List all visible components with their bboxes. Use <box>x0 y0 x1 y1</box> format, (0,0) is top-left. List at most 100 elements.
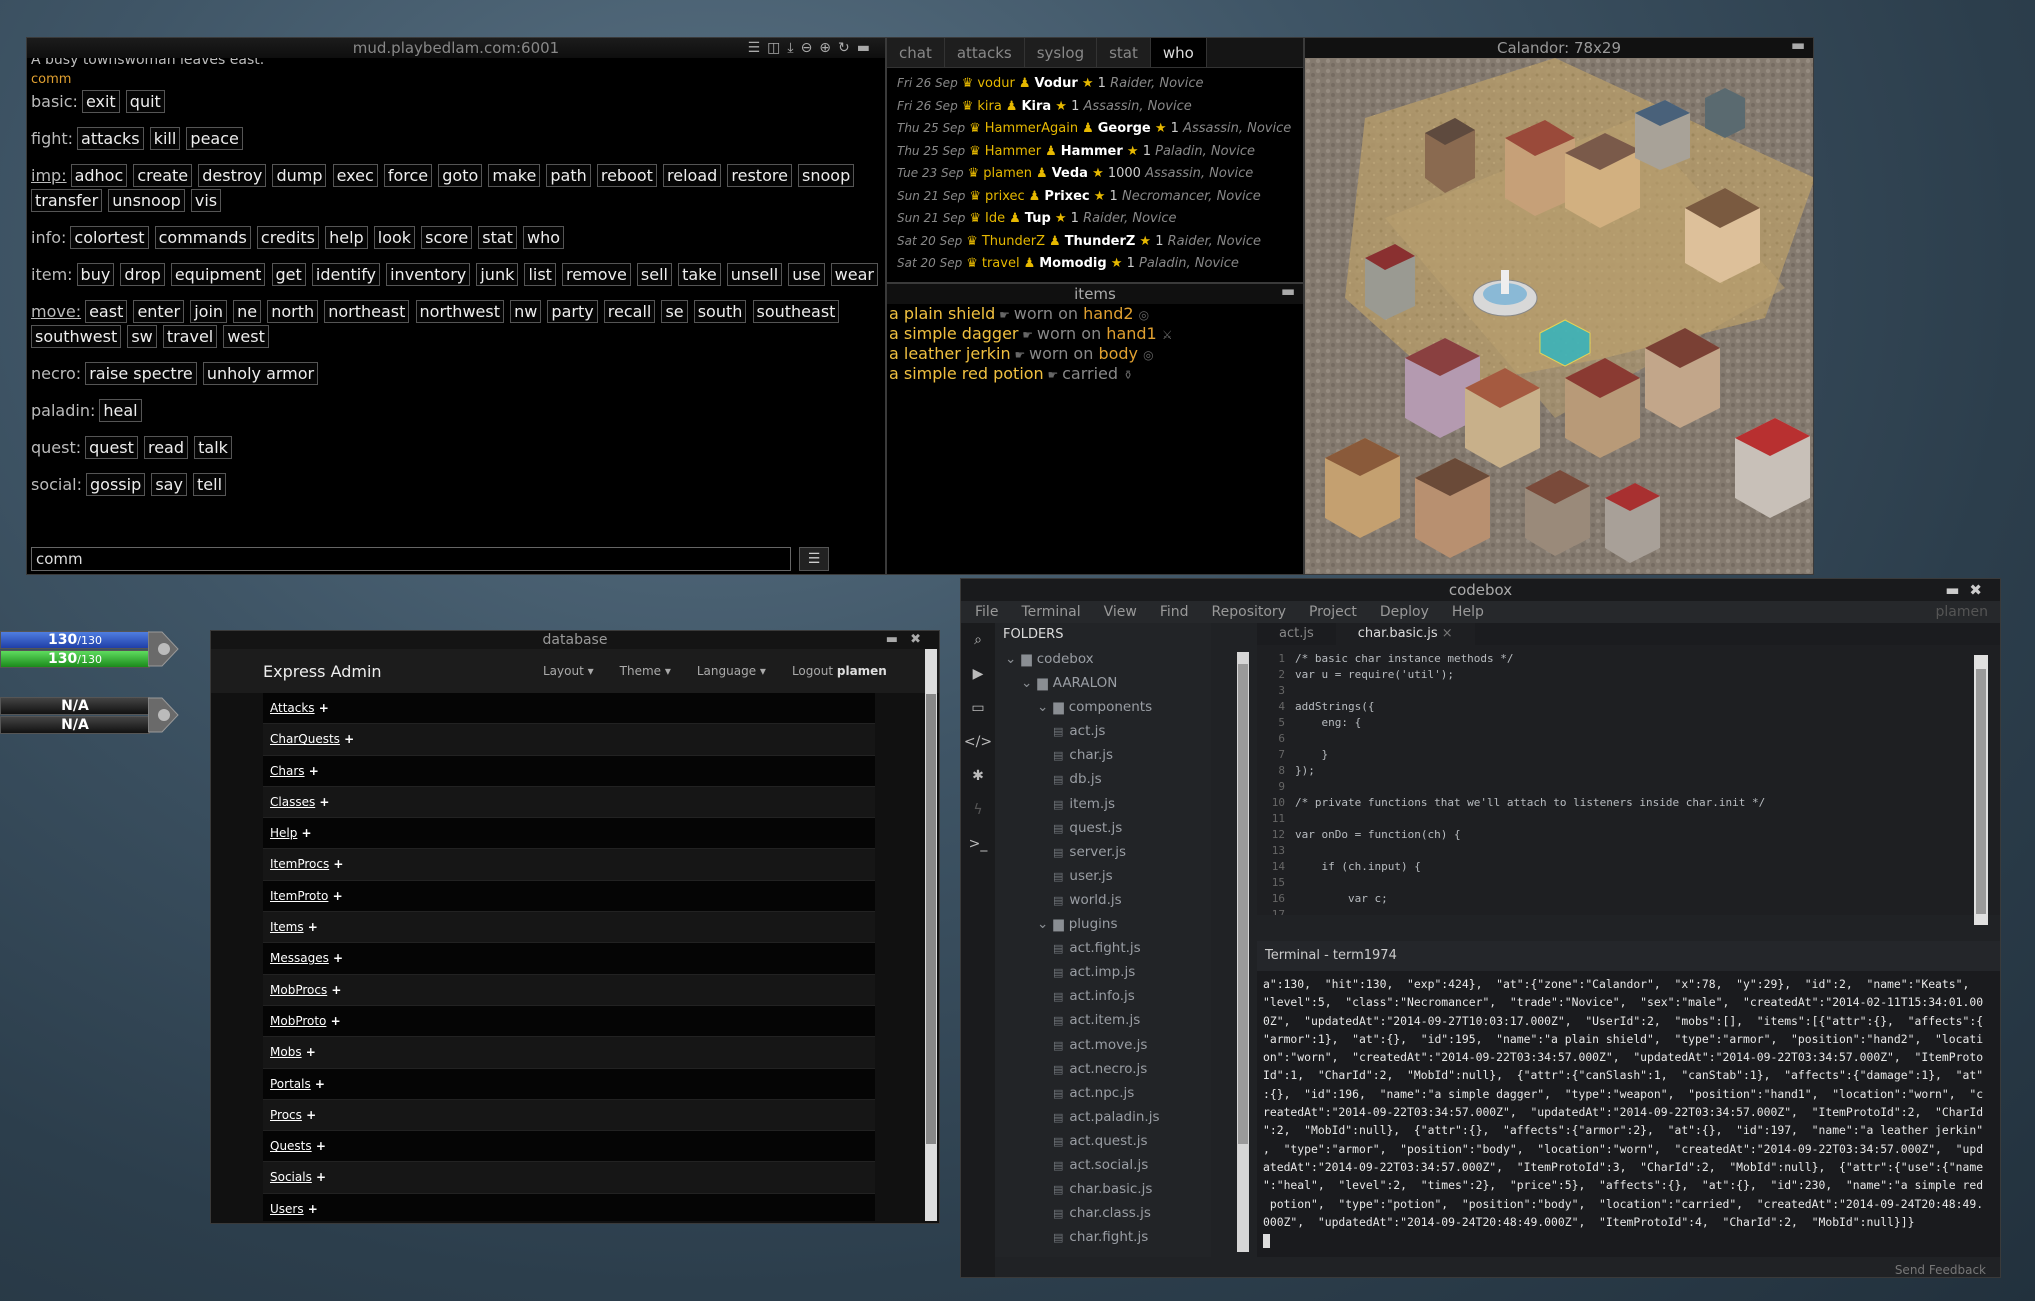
command-button-east[interactable]: east <box>85 300 128 323</box>
who-character[interactable]: Momodig <box>1039 256 1106 271</box>
item-row[interactable]: a leather jerkin ☛ worn on body ◎ <box>887 344 1303 364</box>
table-link-procs[interactable]: Procs <box>270 1108 302 1122</box>
who-character[interactable]: Vodur <box>1034 76 1077 91</box>
command-button-talk[interactable]: talk <box>194 436 232 459</box>
editor-scrollbar[interactable] <box>1974 655 1988 925</box>
tree-file[interactable]: ▤ act.necro.js <box>995 1057 1211 1081</box>
command-button-make[interactable]: make <box>488 164 541 187</box>
command-button-northeast[interactable]: northeast <box>324 300 410 323</box>
command-button-commands[interactable]: commands <box>154 226 251 249</box>
chevron-down-icon[interactable]: ⌄ <box>1005 651 1016 667</box>
tree-file[interactable]: ▤ act.move.js <box>995 1033 1211 1057</box>
admin-brand[interactable]: Express Admin <box>263 662 543 681</box>
add-icon[interactable]: + <box>340 732 354 746</box>
who-account[interactable]: Hammer <box>985 144 1041 159</box>
command-button-who[interactable]: who <box>523 226 565 249</box>
minimize-icon[interactable]: ▬ <box>1945 581 1969 599</box>
command-button-adhoc[interactable]: adhoc <box>70 164 128 187</box>
menu-file[interactable]: File <box>975 604 998 620</box>
command-button-exit[interactable]: exit <box>81 90 120 113</box>
command-button-create[interactable]: create <box>133 164 193 187</box>
menu-icon[interactable]: ☰ <box>799 547 829 571</box>
command-button-destroy[interactable]: destroy <box>198 164 267 187</box>
menu-repository[interactable]: Repository <box>1212 604 1286 620</box>
command-button-tell[interactable]: tell <box>193 473 227 496</box>
command-button-drop[interactable]: drop <box>120 263 165 286</box>
tree-file[interactable]: ▤ char.fight.js <box>995 1225 1211 1249</box>
plugin-icon[interactable]: ϟ <box>961 793 995 827</box>
command-button-peace[interactable]: peace <box>186 127 243 150</box>
command-button-attacks[interactable]: attacks <box>77 127 144 150</box>
menu-help[interactable]: Help <box>1452 604 1484 620</box>
item-name[interactable]: a plain shield <box>889 304 995 323</box>
command-button-buy[interactable]: buy <box>76 263 115 286</box>
command-button-goto[interactable]: goto <box>438 164 483 187</box>
command-button-score[interactable]: score <box>421 226 473 249</box>
command-button-unsnoop[interactable]: unsnoop <box>108 189 185 212</box>
tree-file[interactable]: ▤ act.item.js <box>995 1008 1211 1032</box>
tree-folder[interactable]: ⌄ ▆ plugins <box>995 912 1211 936</box>
who-character[interactable]: ThunderZ <box>1065 234 1136 249</box>
tree-scrollbar[interactable] <box>1237 652 1249 1252</box>
tree-file[interactable]: ▤ char.basic.js <box>995 1177 1211 1201</box>
table-link-portals[interactable]: Portals <box>270 1077 311 1091</box>
download-icon[interactable]: ⤓ <box>787 40 800 56</box>
table-link-quests[interactable]: Quests <box>270 1139 312 1153</box>
minimize-icon[interactable]: ▬ <box>1281 281 1295 301</box>
add-icon[interactable]: + <box>304 920 318 934</box>
close-icon[interactable]: × <box>1438 626 1453 641</box>
layout-icon[interactable]: ◫ <box>767 40 787 56</box>
add-icon[interactable]: + <box>329 857 343 871</box>
table-link-items[interactable]: Items <box>270 920 304 934</box>
close-icon[interactable]: ✖ <box>910 632 933 647</box>
item-row[interactable]: a simple dagger ☛ worn on hand1 ⚔ <box>887 324 1303 344</box>
tree-file[interactable]: ▤ act.info.js <box>995 984 1211 1008</box>
who-character[interactable]: Hammer <box>1061 144 1123 159</box>
terminal-output[interactable]: a":130, "hit":130, "exp":424}, "at":{"zo… <box>1257 971 2000 1257</box>
bug-icon[interactable]: ✱ <box>961 759 995 793</box>
code-area[interactable]: 1 /* basic char instance methods */ 2 var u… <box>1257 651 1970 915</box>
tree-file[interactable]: ▤ world.js <box>995 888 1211 912</box>
tree-file[interactable]: ▤ act.paladin.js <box>995 1105 1211 1129</box>
command-button-enter[interactable]: enter <box>133 300 185 323</box>
command-button-party[interactable]: party <box>547 300 598 323</box>
table-link-chars[interactable]: Chars <box>270 764 305 778</box>
who-account[interactable]: Ide <box>985 211 1005 226</box>
tree-file[interactable]: ▤ act.social.js <box>995 1153 1211 1177</box>
who-account[interactable]: travel <box>982 256 1020 271</box>
add-icon[interactable]: + <box>305 764 319 778</box>
table-link-attacks[interactable]: Attacks <box>270 701 315 715</box>
scrollbar-thumb[interactable] <box>1238 664 1248 1144</box>
tab-syslog[interactable]: syslog <box>1024 38 1098 67</box>
close-icon[interactable]: ✖ <box>1969 581 1992 599</box>
who-character[interactable]: George <box>1098 121 1151 136</box>
table-link-charquests[interactable]: CharQuests <box>270 732 340 746</box>
add-icon[interactable]: + <box>302 1045 316 1059</box>
tab-attacks[interactable]: attacks <box>944 38 1025 67</box>
command-button-south[interactable]: south <box>693 300 747 323</box>
send-feedback-link[interactable]: Send Feedback <box>1895 1263 1986 1277</box>
add-icon[interactable]: + <box>328 889 343 903</box>
command-button-help[interactable]: help <box>325 226 368 249</box>
command-button-say[interactable]: say <box>151 473 187 496</box>
mud-command-input[interactable] <box>31 547 791 571</box>
command-button-identify[interactable]: identify <box>311 263 381 286</box>
add-icon[interactable]: + <box>326 1014 341 1028</box>
command-button-join[interactable]: join <box>190 300 228 323</box>
menu-project[interactable]: Project <box>1309 604 1357 620</box>
command-button-recall[interactable]: recall <box>603 300 656 323</box>
tab-chat[interactable]: chat <box>887 38 945 67</box>
command-button-list[interactable]: list <box>524 263 556 286</box>
who-character[interactable]: Kira <box>1021 99 1051 114</box>
zoom-in-icon[interactable]: ⊕ <box>819 40 838 56</box>
command-button-remove[interactable]: remove <box>562 263 631 286</box>
item-name[interactable]: a simple dagger <box>889 324 1018 343</box>
command-button-path[interactable]: path <box>546 164 591 187</box>
table-link-messages[interactable]: Messages <box>270 951 329 965</box>
who-account[interactable]: prixec <box>985 189 1025 204</box>
tree-file[interactable]: ▤ char.js <box>995 743 1211 767</box>
item-name[interactable]: a simple red potion <box>889 364 1044 383</box>
who-account[interactable]: kira <box>977 99 1001 114</box>
tree-file[interactable]: ▤ act.js <box>995 719 1211 743</box>
nav-theme[interactable]: Theme ▾ <box>620 664 671 678</box>
